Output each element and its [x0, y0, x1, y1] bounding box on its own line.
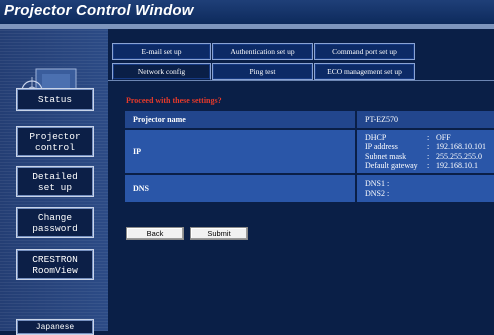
tab-bar: E-mail set up Authentication set up Comm…: [108, 29, 494, 80]
nav-change-password-label: Change password: [32, 211, 78, 234]
tab-authentication-setup[interactable]: Authentication set up: [212, 43, 313, 60]
sidebar: Status Projector control Detailed set up…: [0, 29, 109, 335]
ip-values: DHCP : OFF IP address : 192.168.10.101 S…: [355, 128, 494, 174]
subnet-mask-value: 255.255.255.0: [436, 151, 482, 161]
nav-change-password-button[interactable]: Change password: [16, 207, 94, 238]
tab-network-config[interactable]: Network config: [112, 63, 211, 80]
dns-values: DNS1 : DNS2 :: [355, 173, 494, 202]
table-row: Projector name PT-EZ570: [125, 111, 494, 129]
nav-japanese-button[interactable]: Japanese: [16, 319, 94, 335]
back-button[interactable]: Back: [126, 227, 184, 240]
dhcp-line: DHCP : OFF: [365, 132, 451, 142]
nav-crestron-roomview-button[interactable]: CRESTRON RoomView: [16, 249, 94, 280]
default-gateway-line: Default gateway : 192.168.10.1: [365, 161, 478, 170]
title-bar: Projector Control Window: [0, 0, 494, 29]
tab-command-port-setup[interactable]: Command port set up: [314, 43, 415, 60]
projector-name-label: Projector name: [125, 111, 356, 129]
subnet-mask-line: Subnet mask : 255.255.255.0: [365, 151, 482, 161]
ip-label: IP: [125, 128, 356, 174]
table-row: DNS DNS1 : DNS2 :: [125, 173, 494, 202]
default-gateway-value: 192.168.10.1: [436, 161, 478, 170]
tab-ping-test[interactable]: Ping test: [212, 63, 313, 80]
dns-label: DNS: [125, 173, 356, 202]
main-content: Proceed with these settings? Projector n…: [108, 80, 494, 332]
dns2-line: DNS2 :: [365, 188, 390, 198]
nav-status-label: Status: [37, 94, 73, 105]
confirm-notice: Proceed with these settings?: [126, 96, 222, 105]
window-title: Projector Control Window: [4, 2, 194, 19]
nav-projector-control-button[interactable]: Projector control: [16, 126, 94, 157]
submit-button[interactable]: Submit: [190, 227, 248, 240]
nav-detailed-setup-label: Detailed set up: [32, 170, 78, 193]
ip-address-value: 192.168.10.101: [436, 142, 486, 151]
dns1-line: DNS1 :: [365, 179, 390, 188]
settings-table: Projector name PT-EZ570 IP DHCP : OFF IP…: [125, 111, 494, 202]
table-row: IP DHCP : OFF IP address : 192.168.10.10…: [125, 128, 494, 174]
nav-detailed-setup-button[interactable]: Detailed set up: [16, 166, 94, 197]
dhcp-value: OFF: [436, 132, 451, 142]
ip-address-line: IP address : 192.168.10.101: [365, 142, 486, 151]
tab-email-setup[interactable]: E-mail set up: [112, 43, 211, 60]
tab-eco-management-setup[interactable]: ECO management set up: [314, 63, 415, 80]
nav-projector-control-label: Projector control: [29, 130, 81, 153]
projector-name-value: PT-EZ570: [355, 111, 494, 129]
nav-status-button[interactable]: Status: [16, 88, 94, 111]
nav-crestron-roomview-label: CRESTRON RoomView: [32, 253, 78, 276]
